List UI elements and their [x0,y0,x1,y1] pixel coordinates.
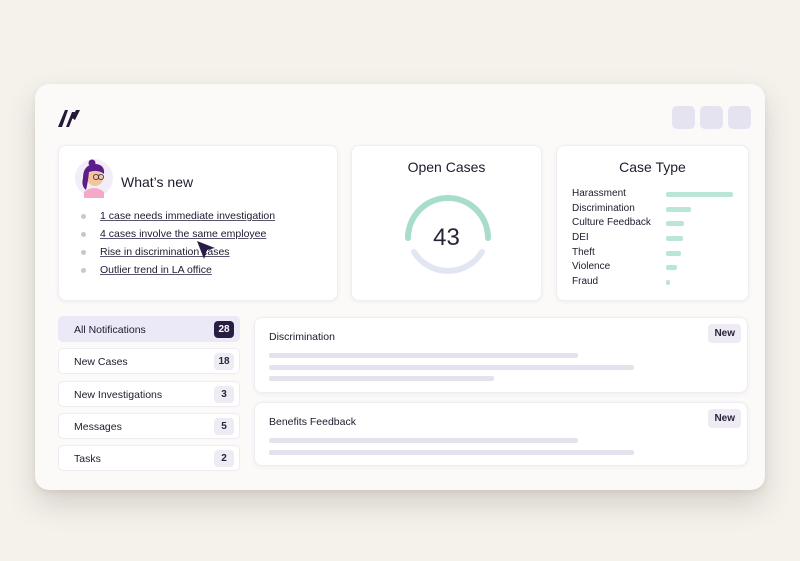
new-badge: New [708,409,741,428]
notification-count-badge: 28 [214,321,234,338]
notification-new-investigations[interactable]: New Investigations 3 [58,380,240,407]
notification-new-cases[interactable]: New Cases 18 [58,348,240,375]
case-type-label: Violence [572,261,611,273]
message-card-benefits-feedback[interactable]: Benefits Feedback New [254,402,748,466]
window-button-3[interactable] [728,106,751,129]
news-item[interactable]: 4 cases involve the same employee [81,228,275,246]
notifications-list: All Notifications 28 New Cases 18 New In… [58,316,240,477]
open-cases-card: Open Cases 43 [351,145,542,301]
case-type-bar [666,280,671,286]
case-type-bar [666,250,682,256]
news-item[interactable]: 1 case needs immediate investigation [81,210,275,228]
case-type-row: Fraud [572,275,737,290]
case-type-label: Fraud [572,276,599,288]
notification-count-badge: 3 [214,385,234,403]
case-type-row: Violence [572,260,737,275]
case-type-row: Theft [572,246,737,261]
case-type-label: Discrimination [572,202,635,214]
news-list: 1 case needs immediate investigation 4 c… [81,210,275,282]
window-button-2[interactable] [700,106,723,129]
whats-new-card: What’s new 1 case needs immediate invest… [58,145,338,301]
notification-count-badge: 2 [214,450,234,468]
notification-count-badge: 18 [214,353,234,371]
news-item[interactable]: Outlier trend in LA office [81,264,275,282]
news-link[interactable]: 4 cases involve the same employee [100,228,266,240]
case-type-card: Case Type Harassment Discrimination Cultur… [556,145,749,301]
case-type-bar [666,221,685,227]
placeholder-line [269,365,634,370]
case-type-chart: Harassment Discrimination Culture Feedback… [572,187,737,290]
notification-label: All Notifications [74,324,146,336]
notification-label: New Investigations [74,388,163,401]
placeholder-line [269,438,578,443]
placeholder-line [269,450,634,455]
case-type-label: Harassment [572,188,626,199]
notification-label: New Cases [74,356,128,369]
news-item[interactable]: Rise in discrimination cases [81,246,275,264]
case-type-label: Theft [572,246,595,258]
message-card-discrimination[interactable]: Discrimination New [254,317,748,393]
open-cases-value: 43 [433,224,460,251]
message-title: Benefits Feedback [269,416,356,428]
case-type-label: Culture Feedback [572,217,651,229]
app-window: What’s new 1 case needs immediate invest… [35,84,765,490]
message-title: Discrimination [269,331,335,343]
case-type-bar [666,192,733,197]
notification-tasks[interactable]: Tasks 2 [58,445,240,472]
case-type-bar [666,265,678,271]
notification-count-badge: 5 [214,417,234,435]
notification-label: Messages [74,420,122,433]
news-link[interactable]: Outlier trend in LA office [100,264,212,276]
case-type-label: DEI [572,232,589,244]
news-link[interactable]: 1 case needs immediate investigation [100,210,275,222]
notification-all[interactable]: All Notifications 28 [58,316,240,342]
case-type-row: Discrimination [572,202,737,217]
case-type-row: DEI [572,231,737,246]
notification-messages[interactable]: Messages 5 [58,412,240,439]
case-type-row: Culture Feedback [572,216,737,231]
notification-label: Tasks [74,453,101,466]
new-badge: New [708,324,741,343]
user-avatar [75,159,113,198]
case-type-row: Harassment [572,187,737,202]
case-type-bar [666,236,683,242]
whats-new-title: What’s new [121,174,194,190]
placeholder-line [269,353,578,358]
open-cases-title: Open Cases [407,159,486,175]
window-button-1[interactable] [672,106,695,129]
placeholder-line [269,376,494,381]
case-type-title: Case Type [619,159,686,175]
gauge-arc-bottom [411,249,485,274]
app-logo [58,110,80,127]
case-type-bar [666,206,691,212]
pointer-cursor-icon [197,241,215,259]
